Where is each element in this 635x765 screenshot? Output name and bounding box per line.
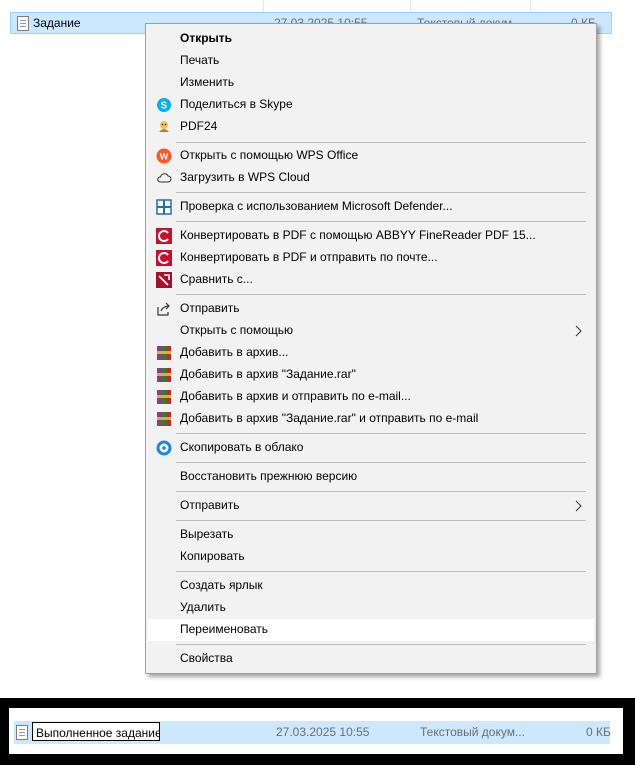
menu-item-rar-add-email[interactable]: Добавить в архив и отправить по e-mail..… xyxy=(148,386,594,408)
menu-item-label: Создать ярлык xyxy=(180,578,263,592)
winrar-icon xyxy=(157,368,171,382)
context-menu: Открыть Печать Изменить S Поделиться в S… xyxy=(145,23,597,674)
menu-item-properties[interactable]: Свойства xyxy=(148,648,594,670)
chevron-right-icon xyxy=(575,500,582,512)
menu-item-edit[interactable]: Изменить xyxy=(148,72,594,94)
menu-separator xyxy=(176,142,586,143)
rename-input[interactable] xyxy=(32,722,160,741)
menu-item-upload-wps-cloud[interactable]: Загрузить в WPS Cloud xyxy=(148,167,594,189)
menu-item-label: Удалить xyxy=(180,600,226,614)
menu-item-label: Добавить в архив "Задание.rar" xyxy=(180,367,356,381)
menu-item-pdf24[interactable]: PDF24 xyxy=(148,116,594,138)
menu-separator xyxy=(176,221,586,222)
column-divider xyxy=(410,0,411,12)
menu-item-rar-add-named[interactable]: Добавить в архив "Задание.rar" xyxy=(148,364,594,386)
defender-shield-icon xyxy=(156,199,172,215)
menu-item-label: Добавить в архив... xyxy=(180,345,289,359)
svg-text:W: W xyxy=(160,152,169,162)
menu-separator xyxy=(176,294,586,295)
winrar-icon xyxy=(157,390,171,404)
menu-item-abbyy-convert[interactable]: Конвертировать в PDF с помощью ABBYY Fin… xyxy=(148,225,594,247)
file-date: 27.03.2025 10:55 xyxy=(276,725,370,739)
menu-item-copy-to-cloud[interactable]: Скопировать в облако xyxy=(148,437,594,459)
menu-item-copy[interactable]: Копировать xyxy=(148,546,594,568)
menu-item-delete[interactable]: Удалить xyxy=(148,597,594,619)
menu-item-open-wps[interactable]: W Открыть с помощью WPS Office xyxy=(148,145,594,167)
menu-item-label: Вырезать xyxy=(180,527,234,541)
menu-item-abbyy-compare[interactable]: Сравнить с... xyxy=(148,269,594,291)
menu-item-label: Поделиться в Skype xyxy=(180,97,293,111)
skype-icon: S xyxy=(157,98,171,112)
menu-item-label: Отправить xyxy=(180,301,240,315)
svg-text:S: S xyxy=(161,101,168,112)
abbyy-icon xyxy=(156,228,172,244)
menu-item-defender-scan[interactable]: Проверка с использованием Microsoft Defe… xyxy=(148,196,594,218)
menu-item-share[interactable]: Отправить xyxy=(148,298,594,320)
cloud-copy-icon xyxy=(156,440,172,456)
file-type: Текстовый докум... xyxy=(420,725,525,739)
rename-preview-panel: 27.03.2025 10:55 Текстовый докум... 0 КБ xyxy=(0,698,635,765)
menu-item-label: Печать xyxy=(180,53,220,67)
menu-item-label: Переименовать xyxy=(180,622,268,636)
menu-item-abbyy-convert-mail[interactable]: Конвертировать в PDF и отправить по почт… xyxy=(148,247,594,269)
menu-item-label: Добавить в архив "Задание.rar" и отправи… xyxy=(180,411,479,425)
menu-item-label: Открыть с помощью WPS Office xyxy=(180,148,359,162)
menu-separator xyxy=(176,520,586,521)
menu-item-label: Открыть с помощью xyxy=(180,323,294,337)
menu-separator xyxy=(176,644,586,645)
share-icon xyxy=(157,302,170,316)
menu-item-label: Скопировать в облако xyxy=(180,440,304,454)
menu-item-rename[interactable]: Переименовать xyxy=(148,619,594,641)
menu-item-label: PDF24 xyxy=(180,119,218,133)
menu-item-label: Свойства xyxy=(180,651,233,665)
menu-item-label: Конвертировать в PDF и отправить по почт… xyxy=(180,250,438,264)
menu-separator xyxy=(176,462,586,463)
abbyy-icon xyxy=(156,250,172,266)
menu-item-share-skype[interactable]: S Поделиться в Skype xyxy=(148,94,594,116)
menu-separator xyxy=(176,491,586,492)
cloud-icon xyxy=(157,173,172,183)
menu-item-label: Добавить в архив и отправить по e-mail..… xyxy=(180,389,411,403)
menu-item-label: Изменить xyxy=(180,75,235,89)
menu-separator xyxy=(176,571,586,572)
menu-item-rar-add-named-email[interactable]: Добавить в архив "Задание.rar" и отправи… xyxy=(148,408,594,430)
winrar-icon xyxy=(157,412,171,426)
explorer-list-area: 27.03.2025 10:55 Текстовый докум... 0 КБ xyxy=(9,708,623,754)
file-row-renaming[interactable]: 27.03.2025 10:55 Текстовый докум... 0 КБ xyxy=(14,721,611,744)
menu-item-send-to[interactable]: Отправить xyxy=(148,495,594,517)
menu-item-print[interactable]: Печать xyxy=(148,50,594,72)
menu-item-create-shortcut[interactable]: Создать ярлык xyxy=(148,575,594,597)
menu-separator xyxy=(176,192,586,193)
menu-item-label: Проверка с использованием Microsoft Defe… xyxy=(180,199,453,213)
menu-item-open-with[interactable]: Открыть с помощью xyxy=(148,320,594,342)
pdf24-icon xyxy=(159,121,169,132)
menu-item-label: Загрузить в WPS Cloud xyxy=(180,170,310,184)
menu-item-label: Отправить xyxy=(180,498,240,512)
file-name: Задание xyxy=(33,16,81,30)
menu-item-rar-add[interactable]: Добавить в архив... xyxy=(148,342,594,364)
menu-separator xyxy=(176,433,586,434)
winrar-icon xyxy=(157,346,171,360)
menu-item-label: Копировать xyxy=(180,549,245,563)
menu-item-open[interactable]: Открыть xyxy=(148,28,594,50)
column-divider xyxy=(530,0,531,12)
chevron-right-icon xyxy=(575,325,582,337)
menu-item-label: Восстановить прежнюю версию xyxy=(180,469,358,483)
menu-item-cut[interactable]: Вырезать xyxy=(148,524,594,546)
text-file-icon xyxy=(16,725,28,740)
menu-item-label: Сравнить с... xyxy=(180,272,253,286)
menu-item-restore-version[interactable]: Восстановить прежнюю версию xyxy=(148,466,594,488)
wps-office-icon: W xyxy=(156,148,172,164)
text-file-icon xyxy=(17,16,29,31)
column-divider xyxy=(263,0,264,12)
file-size: 0 КБ xyxy=(586,725,611,739)
menu-item-label: Открыть xyxy=(180,31,233,45)
abbyy-compare-icon xyxy=(156,272,172,288)
menu-item-label: Конвертировать в PDF с помощью ABBYY Fin… xyxy=(180,228,536,242)
